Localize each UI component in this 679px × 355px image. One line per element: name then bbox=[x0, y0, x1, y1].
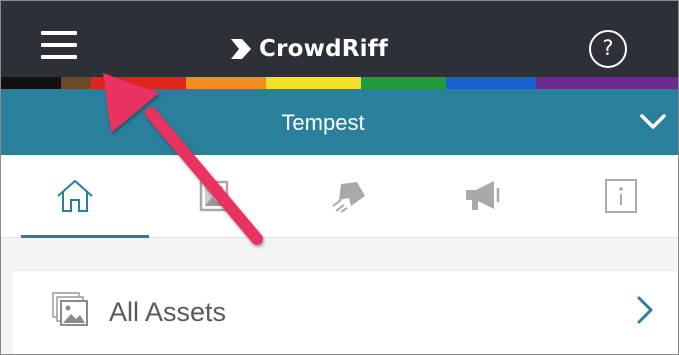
brand-name: CrowdRiff bbox=[259, 36, 389, 62]
help-button[interactable]: ? bbox=[589, 30, 627, 68]
list-item-all-assets[interactable]: All Assets bbox=[13, 270, 678, 354]
brand-logo: CrowdRiff bbox=[229, 31, 388, 67]
gallery-icon bbox=[199, 180, 229, 212]
chevron-right-icon bbox=[637, 296, 653, 324]
rainbow-segment bbox=[536, 77, 678, 89]
hamburger-menu-icon[interactable] bbox=[41, 31, 81, 61]
tab-campaigns[interactable] bbox=[419, 155, 547, 237]
rainbow-segment bbox=[61, 77, 91, 89]
tab-home[interactable] bbox=[11, 155, 149, 238]
tab-share[interactable] bbox=[285, 155, 413, 237]
list-item-label: All Assets bbox=[109, 297, 227, 327]
rainbow-segment bbox=[266, 77, 361, 89]
project-name: Tempest bbox=[281, 110, 365, 135]
rainbow-segment bbox=[186, 77, 266, 89]
rainbow-strip bbox=[1, 77, 678, 89]
rainbow-segment bbox=[1, 77, 61, 89]
rainbow-segment bbox=[91, 77, 186, 89]
home-icon bbox=[57, 179, 93, 212]
crowdriff-logo-icon bbox=[231, 39, 251, 59]
image-stack-icon bbox=[52, 292, 88, 326]
content-area: All Assets bbox=[1, 238, 678, 354]
app-frame: CrowdRiff ? Tempest All Assets bbox=[0, 0, 679, 355]
rainbow-segment bbox=[446, 77, 536, 89]
arrow-share-icon bbox=[332, 182, 365, 213]
tab-gallery[interactable] bbox=[149, 155, 277, 237]
info-icon bbox=[605, 179, 637, 213]
tab-bar bbox=[1, 155, 678, 238]
rainbow-segment bbox=[361, 77, 446, 89]
project-selector[interactable]: Tempest bbox=[1, 89, 678, 155]
tab-info[interactable] bbox=[557, 155, 678, 237]
chevron-down-icon bbox=[640, 114, 666, 129]
megaphone-icon bbox=[466, 181, 500, 210]
top-app-bar: CrowdRiff ? bbox=[1, 1, 678, 77]
